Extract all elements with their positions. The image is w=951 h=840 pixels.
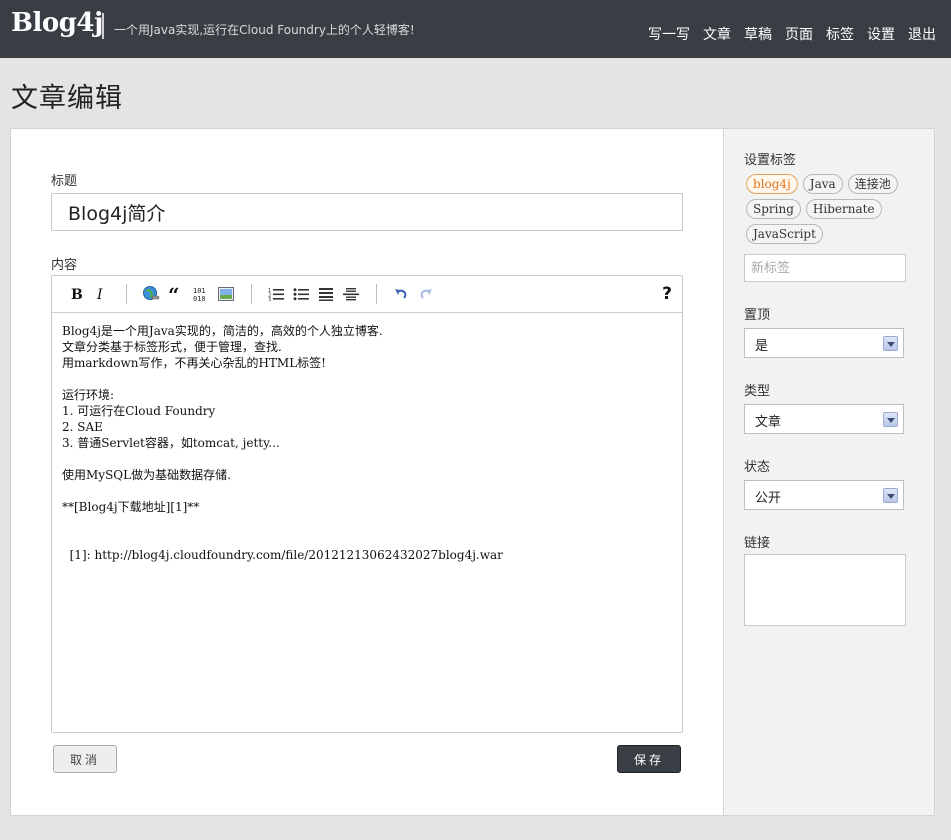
pin-select[interactable]: 是 — [744, 328, 904, 358]
svg-text:010: 010 — [193, 295, 206, 302]
settings-sidebar: 设置标签 blog4j Java 连接池 Spring Hibernate Ja… — [723, 129, 934, 815]
unordered-list-icon[interactable] — [289, 282, 313, 306]
tag-spring[interactable]: Spring — [746, 199, 801, 219]
chevron-down-icon — [883, 488, 898, 503]
svg-text:“: “ — [168, 287, 180, 301]
tag-java[interactable]: Java — [802, 174, 843, 194]
content-label: 内容 — [51, 258, 78, 273]
redo-icon[interactable] — [414, 282, 438, 306]
new-tag-input[interactable] — [744, 254, 906, 282]
quote-icon[interactable]: “ — [164, 282, 188, 306]
nav-pages[interactable]: 页面 — [785, 24, 813, 44]
link-icon[interactable] — [139, 282, 163, 306]
heading-icon[interactable] — [314, 282, 338, 306]
tag-hibernate[interactable]: Hibernate — [805, 199, 882, 219]
italic-icon[interactable]: I — [89, 282, 113, 306]
nav-posts[interactable]: 文章 — [703, 24, 731, 44]
main-nav: 写一写 文章 草稿 页面 标签 设置 退出 — [648, 24, 936, 44]
tag-connection-pool[interactable]: 连接池 — [847, 174, 898, 194]
nav-write[interactable]: 写一写 — [648, 24, 690, 44]
type-select-value: 文章 — [755, 415, 782, 430]
status-label: 状态 — [744, 460, 771, 475]
nav-settings[interactable]: 设置 — [867, 24, 895, 44]
image-icon[interactable] — [214, 282, 238, 306]
pin-select-value: 是 — [755, 339, 769, 354]
svg-text:I: I — [96, 287, 103, 301]
tag-blog4j[interactable]: blog4j — [746, 174, 798, 194]
pin-label: 置顶 — [744, 308, 771, 323]
link-textarea[interactable] — [744, 554, 906, 626]
save-button[interactable]: 保存 — [617, 745, 681, 773]
chevron-down-icon — [883, 412, 898, 427]
nav-drafts[interactable]: 草稿 — [744, 24, 772, 44]
markdown-editor: B I “ 101 010 123 ? Blog4j是一个用Java实现的，简洁… — [51, 275, 683, 733]
top-bar: Blog4j 一个用Java实现,运行在Cloud Foundry上的个人轻博客… — [0, 0, 951, 58]
nav-tags[interactable]: 标签 — [826, 24, 854, 44]
tag-list: blog4j Java 连接池 Spring Hibernate JavaScr… — [746, 174, 921, 244]
toolbar-divider — [126, 284, 127, 304]
tags-label: 设置标签 — [744, 153, 797, 168]
content-textarea[interactable]: Blog4j是一个用Java实现的，简洁的，高效的个人独立博客. 文章分类基于标… — [52, 313, 682, 732]
undo-icon[interactable] — [389, 282, 413, 306]
brand-logo[interactable]: Blog4j — [11, 8, 103, 38]
title-input[interactable] — [51, 193, 683, 231]
editor-panel: 标题 内容 B I “ 101010 123 — [10, 128, 935, 816]
status-select[interactable]: 公开 — [744, 480, 904, 510]
type-select[interactable]: 文章 — [744, 404, 904, 434]
editor-toolbar: B I “ 101 010 123 ? — [52, 276, 682, 313]
page-title: 文章编辑 — [11, 83, 123, 114]
tag-javascript[interactable]: JavaScript — [746, 224, 823, 244]
site-tagline: 一个用Java实现,运行在Cloud Foundry上的个人轻博客! — [114, 23, 415, 37]
status-select-value: 公开 — [755, 491, 782, 506]
svg-text:3: 3 — [268, 297, 271, 301]
svg-text:101: 101 — [193, 287, 206, 295]
title-label: 标题 — [51, 174, 78, 189]
ordered-list-icon[interactable]: 123 — [264, 282, 288, 306]
toolbar-divider — [251, 284, 252, 304]
cancel-button[interactable]: 取消 — [53, 745, 117, 773]
bold-icon[interactable]: B — [64, 282, 88, 306]
chevron-down-icon — [883, 336, 898, 351]
help-icon[interactable]: ? — [662, 284, 672, 304]
brand-divider — [102, 13, 104, 39]
link-label: 链接 — [744, 536, 771, 551]
nav-logout[interactable]: 退出 — [908, 24, 936, 44]
type-label: 类型 — [744, 384, 771, 399]
toolbar-divider — [376, 284, 377, 304]
horizontal-rule-icon[interactable] — [339, 282, 363, 306]
code-icon[interactable]: 101 010 — [189, 282, 213, 306]
svg-text:B: B — [71, 287, 83, 301]
